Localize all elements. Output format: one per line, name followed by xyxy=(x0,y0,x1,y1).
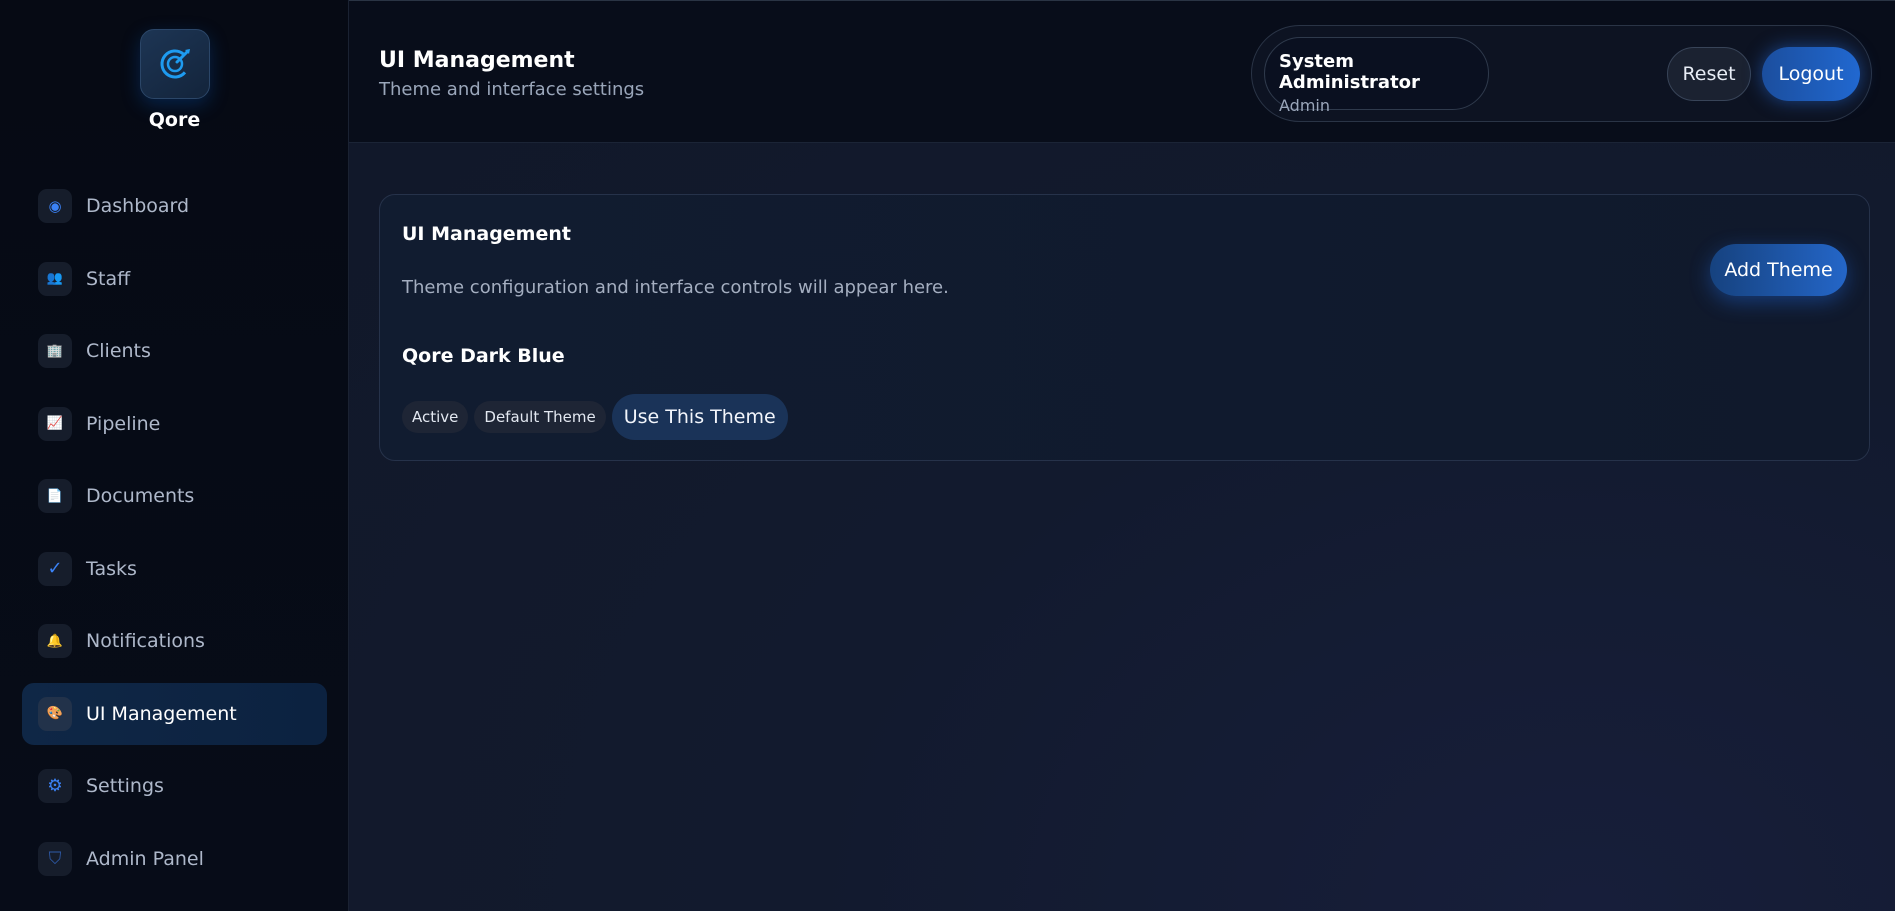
shield-icon: ⛉ xyxy=(38,841,72,876)
page-subtitle: Theme and interface settings xyxy=(379,79,645,100)
sidebar: Qore ◉ Dashboard 👥 Staff 🏢 Clients 📈 Pip… xyxy=(0,0,349,911)
sidebar-item-label: UI Management xyxy=(86,702,237,725)
gear-icon: ⚙ xyxy=(38,769,72,803)
user-profile[interactable]: System Administrator Admin xyxy=(1264,37,1489,115)
ui-management-card: UI Management Theme configuration and in… xyxy=(379,194,1870,461)
sidebar-item-admin-panel[interactable]: ⛉ Admin Panel xyxy=(22,828,327,890)
sidebar-item-label: Clients xyxy=(86,340,151,362)
page-title: UI Management xyxy=(379,48,575,73)
app-shell: Qore ◉ Dashboard 👥 Staff 🏢 Clients 📈 Pip… xyxy=(0,0,1895,911)
user-role: Admin xyxy=(1279,96,1330,115)
reset-button[interactable]: Reset xyxy=(1667,47,1751,101)
sidebar-item-staff[interactable]: 👥 Staff xyxy=(22,248,327,310)
checkmark-icon: ✓ xyxy=(38,551,72,586)
sidebar-item-ui-management[interactable]: 🎨 UI Management xyxy=(22,682,327,745)
sidebar-item-label: Admin Panel xyxy=(86,847,204,870)
sidebar-item-label: Notifications xyxy=(86,630,205,652)
status-badge-default-theme: Default Theme xyxy=(474,401,606,433)
document-icon: 📄 xyxy=(38,479,72,513)
theme-badges: Active Default Theme Use This Theme xyxy=(402,394,788,440)
sidebar-item-clients[interactable]: 🏢 Clients xyxy=(22,320,327,382)
logout-button[interactable]: Logout xyxy=(1762,47,1860,101)
sidebar-item-label: Tasks xyxy=(86,557,137,580)
sidebar-item-label: Pipeline xyxy=(86,412,161,435)
sidebar-item-documents[interactable]: 📄 Documents xyxy=(22,465,327,527)
theme-name: Qore Dark Blue xyxy=(402,345,565,367)
sidebar-item-label: Staff xyxy=(86,267,131,290)
sidebar-item-dashboard[interactable]: ◉ Dashboard xyxy=(22,175,327,237)
add-theme-button[interactable]: Add Theme xyxy=(1710,244,1847,296)
use-this-theme-button[interactable]: Use This Theme xyxy=(611,394,788,440)
palette-icon: 🎨 xyxy=(38,696,72,731)
topbar: UI Management Theme and interface settin… xyxy=(349,0,1895,143)
brand: Qore xyxy=(0,29,349,131)
sidebar-item-pipeline[interactable]: 📈 Pipeline xyxy=(22,393,327,455)
sidebar-item-settings[interactable]: ⚙ Settings xyxy=(22,755,327,817)
user-name: System Administrator xyxy=(1279,51,1420,93)
status-badge-active: Active xyxy=(402,401,469,433)
chart-increasing-icon: 📈 xyxy=(38,406,72,441)
brand-name: Qore xyxy=(148,109,201,131)
sidebar-nav: ◉ Dashboard 👥 Staff 🏢 Clients 📈 Pipeline… xyxy=(22,175,327,900)
people-icon: 👥 xyxy=(38,261,72,296)
main-content: UI Management Theme and interface settin… xyxy=(349,0,1895,911)
card-description: Theme configuration and interface contro… xyxy=(402,277,949,298)
building-icon: 🏢 xyxy=(38,334,72,368)
card-title: UI Management xyxy=(402,223,571,245)
dashboard-dot-icon: ◉ xyxy=(38,189,72,223)
compass-logo-icon[interactable] xyxy=(139,29,210,99)
sidebar-item-label: Dashboard xyxy=(86,195,190,217)
user-bar: System Administrator Admin Reset Logout xyxy=(1251,25,1872,122)
bell-icon: 🔔 xyxy=(38,624,72,658)
sidebar-item-label: Settings xyxy=(86,775,164,797)
sidebar-item-label: Documents xyxy=(86,485,195,507)
sidebar-item-notifications[interactable]: 🔔 Notifications xyxy=(22,610,327,672)
sidebar-item-tasks[interactable]: ✓ Tasks xyxy=(22,538,327,600)
